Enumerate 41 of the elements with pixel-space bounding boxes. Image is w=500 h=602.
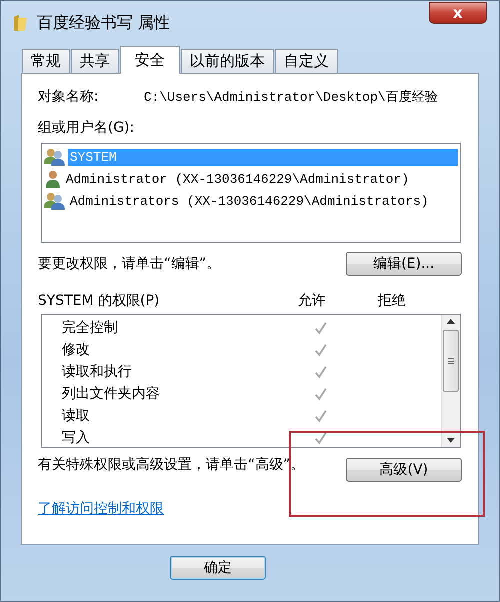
permission-name: 写入 xyxy=(62,429,91,447)
list-label: SYSTEM 的权限(P) xyxy=(38,292,161,310)
list-item[interactable]: Administrator (XX-13036146229\Administrator) xyxy=(44,168,458,190)
close-button[interactable]: x xyxy=(429,2,487,24)
down-arrow-icon xyxy=(447,438,455,443)
grip-icon xyxy=(448,358,454,364)
check-icon xyxy=(314,431,328,445)
edit-button[interactable]: 编辑(E)... xyxy=(346,252,462,276)
check-icon xyxy=(314,365,328,379)
permission-name: 读取和执行 xyxy=(62,363,133,381)
column-header: 拒绝 xyxy=(377,292,407,310)
tab[interactable]: 安全 xyxy=(120,46,180,74)
list-label: 组或用户名(G): xyxy=(38,119,136,137)
permission-name: 读取 xyxy=(62,407,91,425)
tab[interactable]: 自定义 xyxy=(275,49,338,73)
users-icon xyxy=(44,148,66,166)
permission-name: 修改 xyxy=(62,341,91,359)
user-icon xyxy=(44,170,62,188)
window-title: 百度经验书写 属性 xyxy=(37,12,170,34)
column-header: 允许 xyxy=(297,292,327,310)
object-path: C:\Users\Administrator\Desktop\百度经验 xyxy=(144,89,438,106)
hint-text: 要更改权限，请单击“编辑”。 xyxy=(38,255,221,273)
hint-text: 有关特殊权限或高级设置，请单击“高级”。 xyxy=(38,458,306,473)
scrollbar[interactable] xyxy=(441,315,460,447)
check-icon xyxy=(314,409,328,423)
advanced-button[interactable]: 高级(V) xyxy=(346,458,462,482)
users-icon xyxy=(44,192,66,210)
list-item[interactable]: Administrators (XX-13036146229\Administrators) xyxy=(44,190,458,212)
folder-icon xyxy=(13,14,29,32)
permission-name: 完全控制 xyxy=(62,319,119,337)
help-link[interactable]: 了解访问控制和权限 xyxy=(38,501,164,517)
field-label: 对象名称: xyxy=(38,88,100,106)
tab[interactable]: 共享 xyxy=(71,49,119,73)
check-icon xyxy=(314,321,328,335)
permission-name: 列出文件夹内容 xyxy=(62,385,161,403)
tab[interactable]: 常规 xyxy=(22,49,70,73)
ok-button[interactable]: 确定 xyxy=(170,556,266,580)
check-icon xyxy=(314,387,328,401)
tab[interactable]: 以前的版本 xyxy=(181,49,274,73)
up-arrow-icon xyxy=(447,319,455,324)
check-icon xyxy=(314,343,328,357)
